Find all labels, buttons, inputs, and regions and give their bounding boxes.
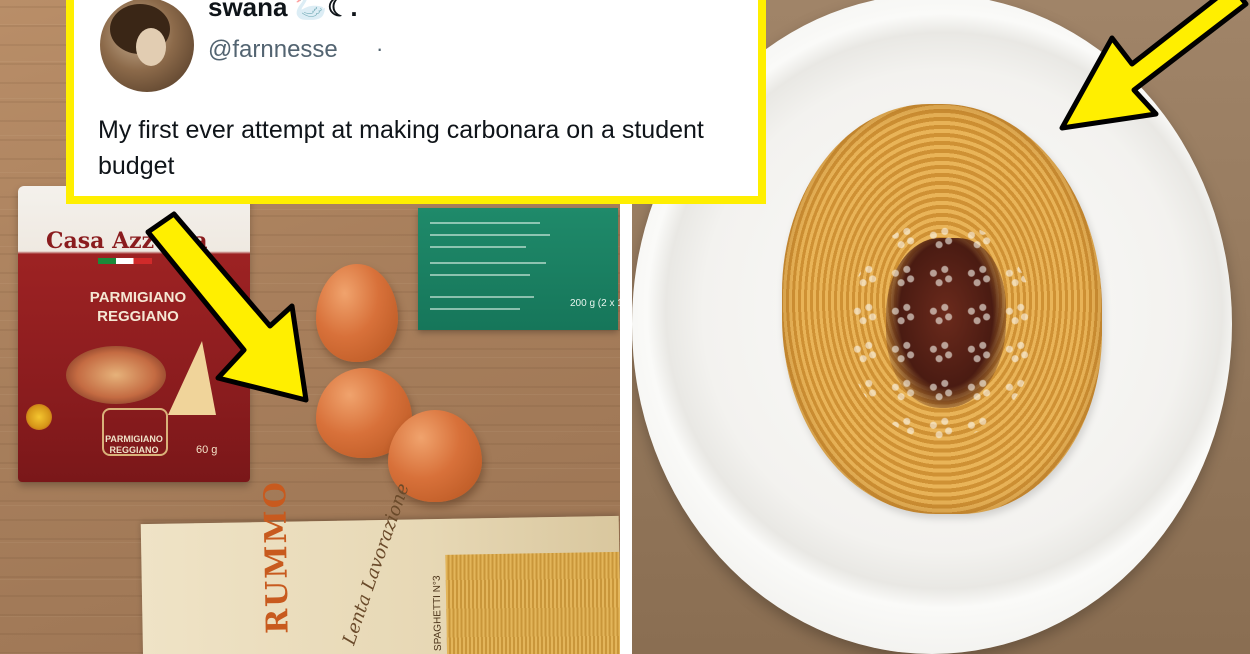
spaghetti-window bbox=[445, 551, 620, 654]
arrow-down-left-icon bbox=[1059, 0, 1249, 131]
box-text-line bbox=[430, 222, 540, 224]
pasta-brand-label: RUMMO bbox=[257, 479, 296, 635]
grated-parmesan bbox=[846, 220, 1036, 440]
green-pasta-box: 200 g (2 x 10 bbox=[418, 208, 620, 330]
box-text-line bbox=[430, 262, 546, 264]
egg bbox=[316, 264, 398, 362]
cheese-weight-label: 60 g bbox=[196, 444, 218, 456]
dop-badge-icon bbox=[26, 404, 52, 430]
avatar[interactable] bbox=[100, 0, 194, 92]
user-handle[interactable]: @farnnesse bbox=[208, 36, 338, 64]
handle-separator: · bbox=[376, 36, 384, 61]
spaghetti-pack: RUMMO Lenta Lavorazione SPAGHETTI N°3 bbox=[140, 480, 620, 654]
swan-moon-emoji-icon: 🦢☾. bbox=[294, 0, 358, 22]
box-text-line bbox=[430, 274, 530, 276]
avatar-face bbox=[136, 28, 166, 66]
box-weight-label: 200 g (2 x 10 bbox=[570, 298, 620, 309]
box-text-line bbox=[430, 296, 534, 298]
display-name-text: swana bbox=[208, 0, 288, 22]
box-text-line bbox=[430, 234, 550, 236]
pasta-variety-label: SPAGHETTI N°3 bbox=[431, 575, 444, 652]
cheese-seal-label: PARMIGIANO REGGIANO bbox=[105, 434, 163, 455]
meme-canvas: Casa Azzurra PARMIGIANO REGGIANO PARMIGI… bbox=[0, 0, 1250, 654]
display-name[interactable]: swana 🦢☾. bbox=[208, 0, 358, 23]
tweet-text: My first ever attempt at making carbonar… bbox=[98, 116, 704, 180]
arrow-down-right-icon bbox=[145, 211, 309, 403]
box-text-line bbox=[430, 308, 520, 310]
tweet-card: swana 🦢☾. @farnnesse · My first ever att… bbox=[66, 0, 766, 204]
box-text-line bbox=[430, 246, 526, 248]
